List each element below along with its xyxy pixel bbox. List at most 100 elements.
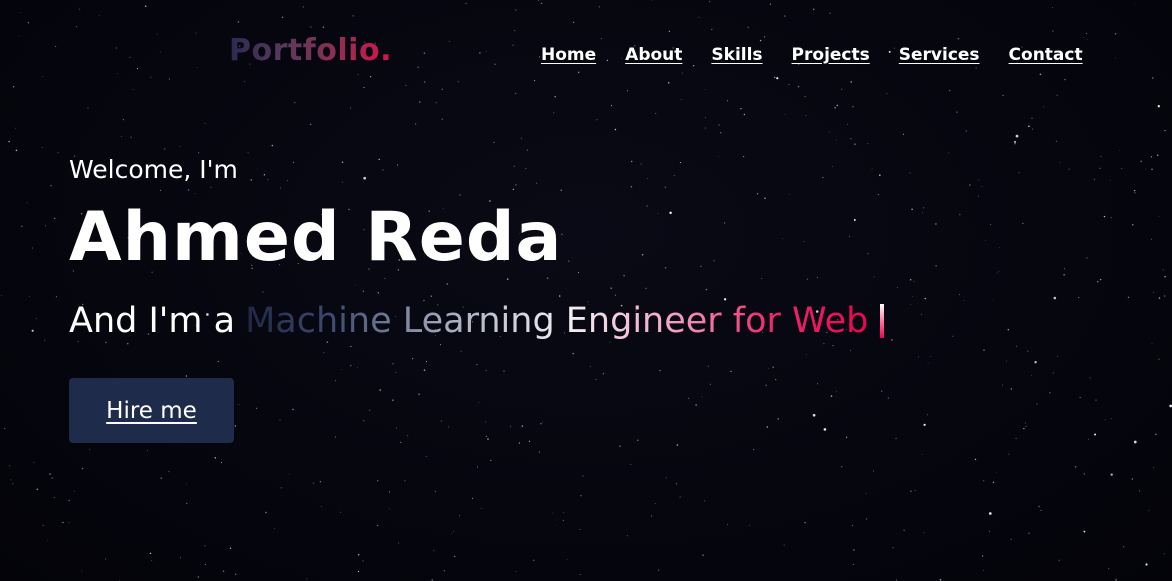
star [988,530,990,532]
star [718,124,720,126]
star [44,339,46,342]
nav-link-projects[interactable]: Projects [792,45,870,65]
star [160,477,163,479]
hero-role-prefix: And I'm a [69,301,236,341]
star [1158,297,1161,299]
hire-me-button[interactable]: Hire me [69,378,234,443]
star [1015,345,1018,347]
star [895,437,897,440]
star [1031,117,1033,119]
star [1014,143,1016,145]
star [998,271,1000,273]
star [415,123,417,125]
star [1163,553,1165,555]
star [26,202,28,204]
star [453,530,455,532]
nav-link-about[interactable]: About [625,45,682,65]
star [1121,167,1123,169]
star [443,570,445,572]
star [753,449,755,451]
star [981,186,983,187]
star [853,549,855,551]
star [68,522,70,524]
star [120,135,122,137]
star [204,545,206,547]
star [983,349,985,351]
star [1153,292,1154,293]
typing-caret-icon [880,304,885,338]
star [1118,150,1120,151]
star [1040,510,1042,511]
star [835,139,837,141]
star [948,152,950,154]
star [887,397,889,399]
star [1075,466,1077,468]
star [1115,579,1117,581]
star [51,477,53,479]
star [222,570,225,572]
star [451,533,453,534]
star [8,140,10,143]
star [580,495,582,497]
star [1109,179,1111,181]
star [726,523,728,525]
star [1086,257,1088,259]
site-logo[interactable]: Portfolio. [229,31,392,71]
star [650,515,653,517]
star [1034,361,1037,364]
star [1162,269,1164,271]
star [45,225,47,227]
nav-link-home[interactable]: Home [541,45,596,65]
star [1049,392,1051,394]
star [434,490,436,492]
star [377,480,379,482]
star [89,448,91,450]
star [1031,375,1033,376]
star [130,136,132,138]
star [999,247,1001,248]
star [234,573,237,575]
nav-menu: Home About Skills Projects Services Cont… [541,44,1083,66]
star [988,512,992,515]
star [1093,178,1095,180]
star [1158,358,1160,360]
star [996,472,997,474]
star [983,570,985,571]
star [306,578,308,580]
star [47,540,49,542]
star [897,287,898,288]
star [974,458,977,461]
star [1145,563,1148,566]
star [1164,275,1166,278]
nav-link-contact[interactable]: Contact [1009,45,1083,65]
star [1059,162,1061,163]
star [29,295,30,297]
hero-section: Welcome, I'm Ahmed Reda And I'm a Machin… [69,150,885,443]
nav-link-services[interactable]: Services [899,45,980,65]
star [665,477,667,479]
star [1099,167,1101,169]
star [458,515,461,517]
star [914,490,916,492]
star [4,428,6,430]
nav-link-skills[interactable]: Skills [711,45,762,65]
star [679,496,681,498]
hero-name: Ahmed Reda [69,198,563,277]
star [105,558,107,560]
star [1148,510,1150,512]
hero-role-typed-text: Machine Learning Engineer for Web [245,298,868,344]
star [935,223,937,225]
star [963,299,965,301]
star [704,500,706,502]
star [1099,278,1102,281]
star [1053,296,1057,300]
star [1002,384,1003,386]
star [319,481,321,483]
star [12,483,14,485]
star [149,552,152,555]
star [1013,140,1017,143]
star [1079,396,1081,398]
star [214,457,217,459]
star [579,573,581,576]
star [1063,274,1065,276]
